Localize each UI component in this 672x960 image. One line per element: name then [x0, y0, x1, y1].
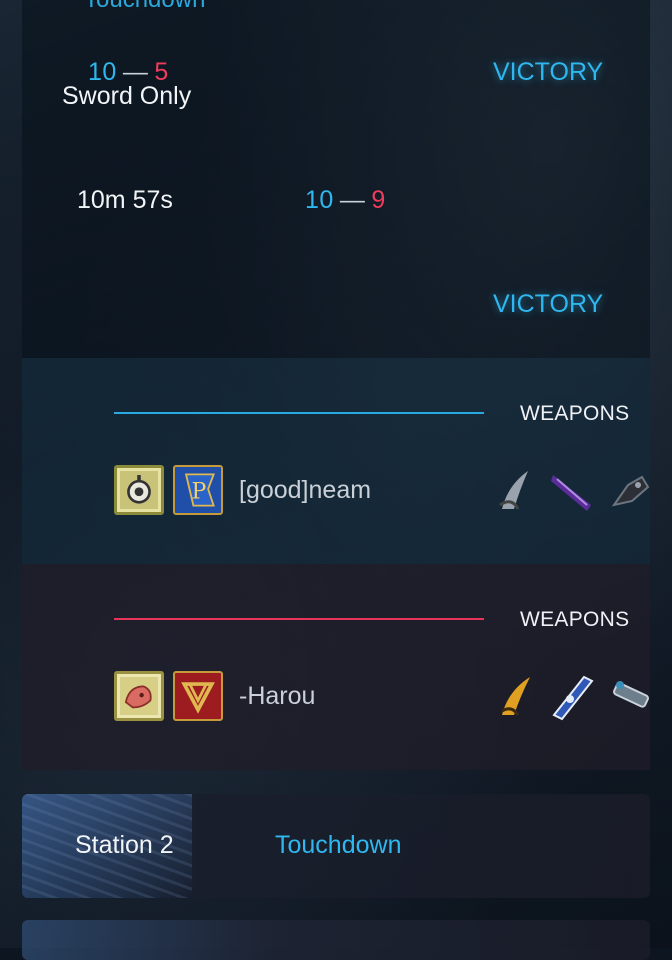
- player-name[interactable]: [good]neam: [239, 476, 371, 505]
- gauntlet-icon: [608, 465, 654, 515]
- player-name[interactable]: -Harou: [239, 682, 315, 711]
- map-name: Station 2: [75, 831, 174, 859]
- score-dash: —: [339, 186, 366, 214]
- blue-team-panel: WEAPONS P [good]neam: [22, 358, 650, 564]
- svg-text:P: P: [192, 479, 207, 504]
- weapons-header: WEAPONS: [520, 402, 630, 425]
- cannon-icon: [608, 671, 654, 721]
- purple-blade-icon: [549, 465, 595, 515]
- red-team-panel: WEAPONS -Harou: [22, 564, 650, 770]
- match-summary-panel: Touchdown 10—5 Sword Only VICTORY 10m 57…: [22, 0, 650, 358]
- match-history-card[interactable]: Station 2 Touchdown: [22, 794, 650, 898]
- match-duration: 10m 57s: [77, 186, 173, 214]
- victory-label-2: VICTORY: [493, 290, 604, 318]
- red-banner-icon: [173, 671, 223, 721]
- victory-label: VICTORY: [493, 58, 604, 86]
- blue-greatsword-icon: [548, 671, 594, 721]
- red-team-divider: [114, 618, 484, 620]
- claw-blade-icon: [494, 465, 540, 515]
- blue-score: 10: [305, 186, 334, 214]
- match-score-2: 10—9: [305, 186, 386, 215]
- beast-emblem-icon: [114, 671, 164, 721]
- game-mode-cut-label: Touchdown: [84, 0, 205, 14]
- match-mode-label: Sword Only: [62, 82, 192, 110]
- gold-claw-icon: [494, 671, 540, 721]
- red-score: 9: [371, 186, 386, 214]
- target-emblem-icon: [114, 465, 164, 515]
- weapons-header: WEAPONS: [520, 608, 630, 631]
- match-history-card-next[interactable]: [22, 920, 650, 960]
- blue-banner-icon: P: [173, 465, 223, 515]
- blue-team-divider: [114, 412, 484, 414]
- game-mode-label: Touchdown: [275, 831, 402, 859]
